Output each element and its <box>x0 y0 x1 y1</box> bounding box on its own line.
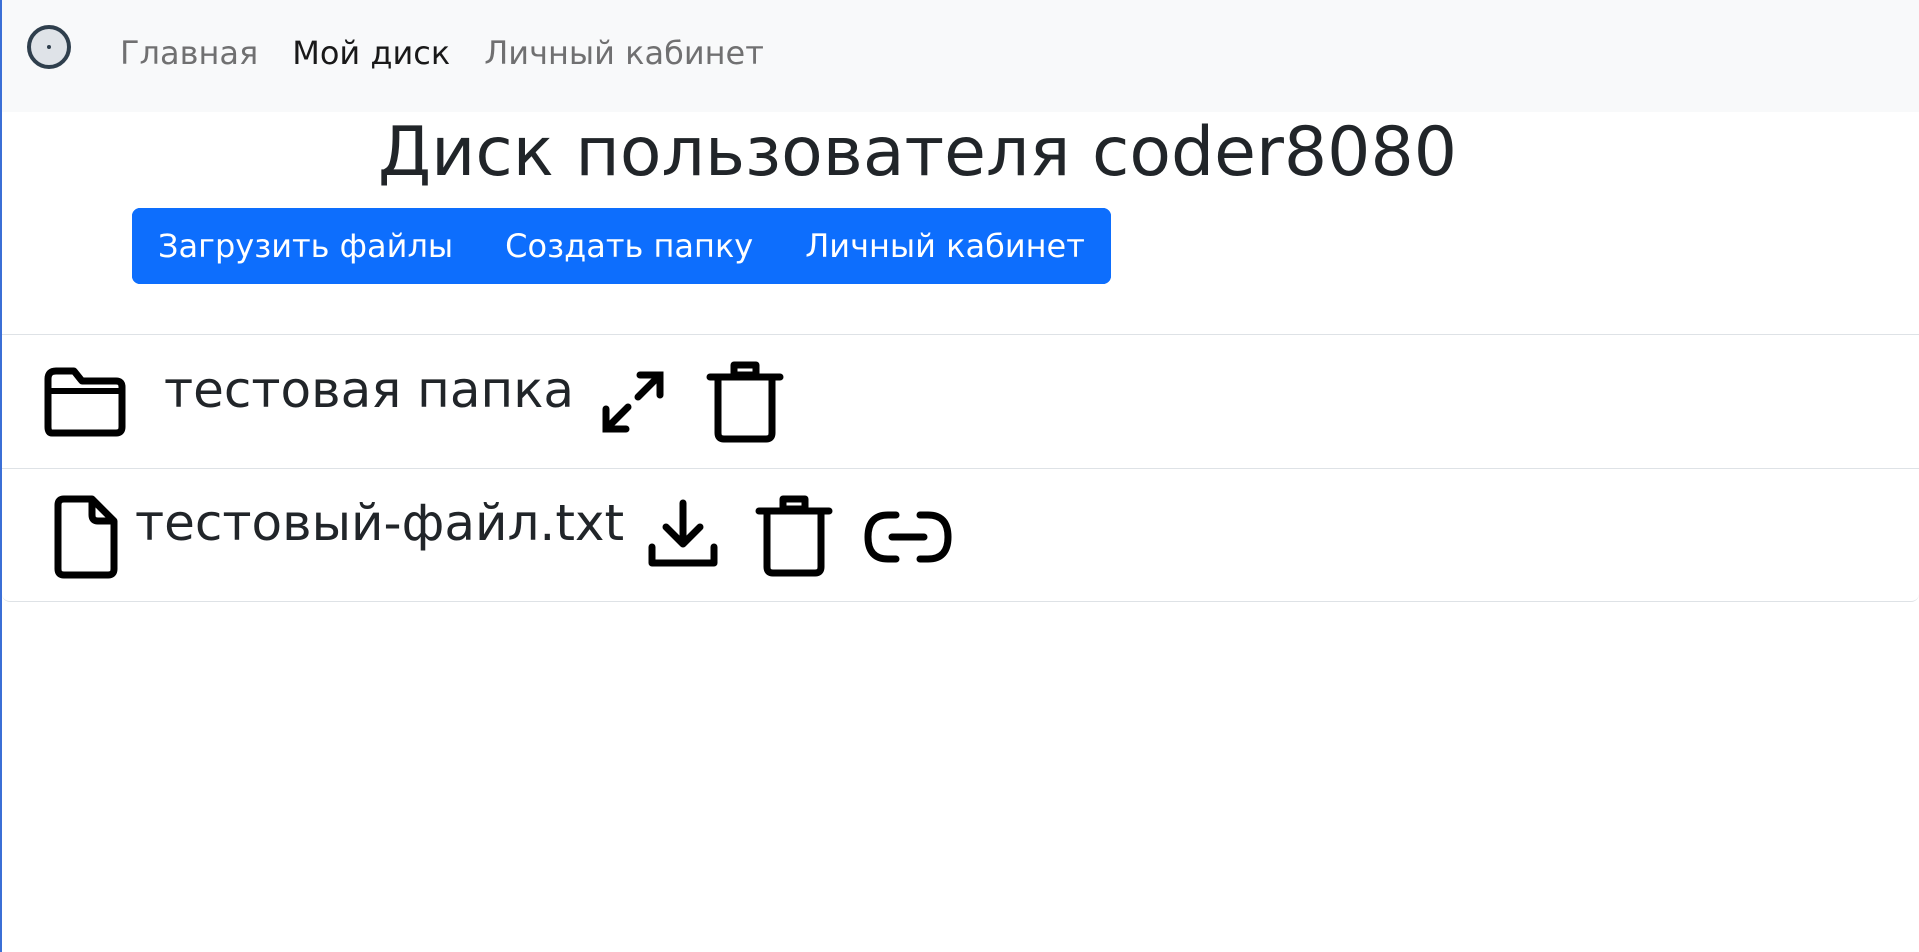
folder-icon <box>42 365 126 439</box>
top-navbar: Главная Мой диск Личный кабинет <box>2 0 1919 112</box>
nav-link-home[interactable]: Главная <box>120 31 258 75</box>
create-folder-button[interactable]: Создать папку <box>479 208 780 284</box>
profile-button[interactable]: Личный кабинет <box>779 208 1111 284</box>
toolbar-button-group: Загрузить файлы Создать папку Личный каб… <box>132 208 1111 284</box>
file-name[interactable]: тестовый-файл.txt <box>135 493 624 553</box>
page-title: Диск пользователя coder8080 <box>378 113 1457 192</box>
disc-icon[interactable] <box>26 24 72 70</box>
link-icon[interactable] <box>862 509 954 565</box>
file-icon <box>50 495 120 579</box>
list-item-file[interactable]: тестовый-файл.txt <box>2 468 1919 602</box>
page-frame: Главная Мой диск Личный кабинет Диск пол… <box>0 0 1919 952</box>
file-list: тестовая папка тестовый-файл.txt <box>2 334 1919 602</box>
expand-icon[interactable] <box>598 367 668 437</box>
folder-name[interactable]: тестовая папка <box>164 360 574 420</box>
nav-link-profile[interactable]: Личный кабинет <box>484 31 764 75</box>
page-title-wrapper: Диск пользователя coder8080 <box>2 108 1919 198</box>
list-item-folder[interactable]: тестовая папка <box>2 334 1919 468</box>
nav-link-my-disk[interactable]: Мой диск <box>292 31 450 75</box>
trash-icon[interactable] <box>753 495 835 577</box>
nav-links: Главная Мой диск Личный кабинет <box>120 31 764 75</box>
trash-icon[interactable] <box>704 361 786 443</box>
download-icon[interactable] <box>648 499 718 569</box>
upload-files-button[interactable]: Загрузить файлы <box>132 208 480 284</box>
